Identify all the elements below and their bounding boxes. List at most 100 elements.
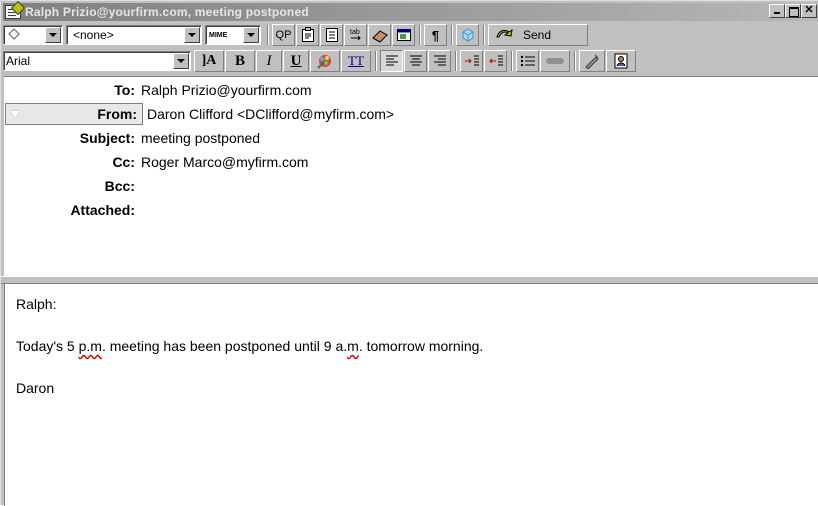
chevron-down-icon[interactable] bbox=[243, 27, 259, 43]
bold-button[interactable]: B bbox=[225, 50, 255, 72]
from-field[interactable]: Daron Clifford <DClifford@myfirm.com> bbox=[147, 106, 394, 122]
align-right-icon bbox=[433, 55, 446, 66]
send-button[interactable]: Send bbox=[488, 24, 588, 46]
spelling-error[interactable]: p.m bbox=[79, 338, 102, 354]
cc-row: Cc: Roger Marco@myfirm.com bbox=[4, 151, 818, 173]
triangle-down-icon bbox=[10, 110, 20, 118]
cube-button[interactable] bbox=[456, 24, 479, 46]
message-body[interactable]: Ralph: Today's 5 p.m. meeting has been p… bbox=[4, 284, 818, 506]
align-center-icon bbox=[409, 55, 422, 66]
eraser-button[interactable] bbox=[368, 24, 391, 46]
address-book-button[interactable] bbox=[606, 50, 636, 72]
pane-splitter[interactable] bbox=[1, 276, 818, 284]
align-right-button[interactable] bbox=[428, 50, 451, 72]
chevron-down-icon[interactable] bbox=[184, 27, 200, 43]
font-value: Arial bbox=[6, 54, 31, 68]
toolbar-separator bbox=[267, 25, 269, 45]
from-label: From: bbox=[97, 106, 137, 122]
subject-row: Subject: meeting postponed bbox=[4, 127, 818, 149]
toolbar-separator bbox=[419, 25, 421, 45]
chevron-down-icon[interactable] bbox=[45, 27, 61, 43]
window-title: Ralph Prizio@yourfirm.com, meeting postp… bbox=[25, 5, 309, 19]
attach-window-button[interactable] bbox=[392, 24, 415, 46]
from-button[interactable]: From: bbox=[5, 103, 143, 125]
send-label: Send bbox=[523, 28, 552, 42]
notebook-icon bbox=[325, 28, 338, 42]
window-controls: ✕ bbox=[769, 4, 817, 18]
title-bar[interactable]: Ralph Prizio@yourfirm.com, meeting postp… bbox=[3, 3, 818, 21]
toolbar-separator bbox=[574, 51, 576, 71]
italic-button[interactable]: I bbox=[256, 50, 282, 72]
send-icon bbox=[496, 28, 513, 38]
color-icon bbox=[317, 55, 331, 69]
close-button[interactable]: ✕ bbox=[801, 4, 817, 18]
subject-label[interactable]: Subject: bbox=[4, 130, 141, 146]
clipboard-icon bbox=[301, 27, 314, 42]
to-label[interactable]: To: bbox=[4, 82, 141, 98]
to-row: To: Ralph Prizio@yourfirm.com bbox=[4, 79, 818, 101]
bold-icon: B bbox=[234, 52, 245, 69]
teletype-icon: TT bbox=[348, 53, 364, 68]
cube-icon bbox=[462, 28, 473, 42]
tab-stops-icon: tab bbox=[350, 29, 361, 41]
teletype-button[interactable]: TT bbox=[341, 50, 371, 72]
notebook-button[interactable] bbox=[320, 24, 343, 46]
eraser-icon bbox=[371, 30, 388, 43]
color-button[interactable] bbox=[310, 50, 340, 72]
font-combo[interactable]: Arial bbox=[3, 51, 191, 71]
bcc-label[interactable]: Bcc: bbox=[4, 178, 141, 194]
quoted-printable-button[interactable]: QP bbox=[272, 24, 295, 46]
horizontal-rule-button[interactable] bbox=[540, 50, 570, 72]
cc-label[interactable]: Cc: bbox=[4, 154, 141, 170]
outdent-button[interactable] bbox=[460, 50, 483, 72]
align-left-icon bbox=[385, 55, 398, 66]
svg-text:tab: tab bbox=[350, 29, 360, 36]
tab-stops-button[interactable]: tab bbox=[344, 24, 367, 46]
chevron-down-icon[interactable] bbox=[173, 53, 189, 69]
indent-button[interactable] bbox=[484, 50, 507, 72]
bullet-list-icon bbox=[520, 55, 535, 67]
pilcrow-icon: ¶ bbox=[431, 27, 440, 43]
address-book-icon bbox=[614, 53, 628, 69]
align-left-button[interactable] bbox=[380, 50, 403, 72]
font-size-icon: ]A bbox=[201, 53, 217, 68]
toolbar-separator bbox=[375, 51, 377, 71]
spelling-error[interactable]: m bbox=[347, 338, 359, 354]
category-combo[interactable]: <none> bbox=[66, 25, 202, 45]
compose-window: Ralph Prizio@yourfirm.com, meeting postp… bbox=[0, 0, 818, 506]
from-row: From: Daron Clifford <DClifford@myfirm.c… bbox=[4, 103, 818, 125]
diamond-icon bbox=[4, 27, 45, 43]
font-size-button[interactable]: ]A bbox=[194, 50, 224, 72]
bullet-list-button[interactable] bbox=[516, 50, 539, 72]
show-paragraph-button[interactable]: ¶ bbox=[424, 24, 447, 46]
body-greeting: Ralph: bbox=[16, 296, 57, 312]
attached-label[interactable]: Attached: bbox=[4, 202, 141, 218]
memo-icon bbox=[5, 5, 21, 19]
cc-field[interactable]: Roger Marco@myfirm.com bbox=[141, 154, 308, 170]
indent-icon bbox=[488, 55, 503, 66]
priority-combo[interactable] bbox=[3, 25, 63, 45]
attached-row: Attached: bbox=[4, 199, 818, 221]
subject-field[interactable]: meeting postponed bbox=[141, 130, 260, 146]
to-field[interactable]: Ralph Prizio@yourfirm.com bbox=[141, 82, 312, 98]
italic-icon: I bbox=[266, 52, 272, 69]
mime-label: MIME bbox=[209, 31, 228, 39]
attach-window-icon bbox=[396, 29, 411, 41]
horizontal-rule-icon bbox=[546, 58, 564, 64]
mime-combo[interactable]: MIME bbox=[205, 25, 261, 45]
paste-button[interactable] bbox=[296, 24, 319, 46]
format-toolbar: Arial ]A B I U TT bbox=[3, 49, 637, 73]
toolbar-separator bbox=[455, 51, 457, 71]
minimize-button[interactable] bbox=[769, 4, 785, 18]
category-value: <none> bbox=[73, 28, 114, 42]
toolbar-separator bbox=[483, 25, 485, 45]
signature-button[interactable] bbox=[579, 50, 605, 72]
outdent-icon bbox=[464, 55, 479, 66]
body-line: Today's 5 p.m. meeting has been postpone… bbox=[16, 338, 484, 354]
maximize-button[interactable] bbox=[785, 4, 801, 18]
message-toolbar: <none> MIME QP tab ¶ Send bbox=[3, 23, 589, 47]
signature-icon bbox=[585, 54, 599, 69]
bcc-row: Bcc: bbox=[4, 175, 818, 197]
align-center-button[interactable] bbox=[404, 50, 427, 72]
underline-button[interactable]: U bbox=[283, 50, 309, 72]
